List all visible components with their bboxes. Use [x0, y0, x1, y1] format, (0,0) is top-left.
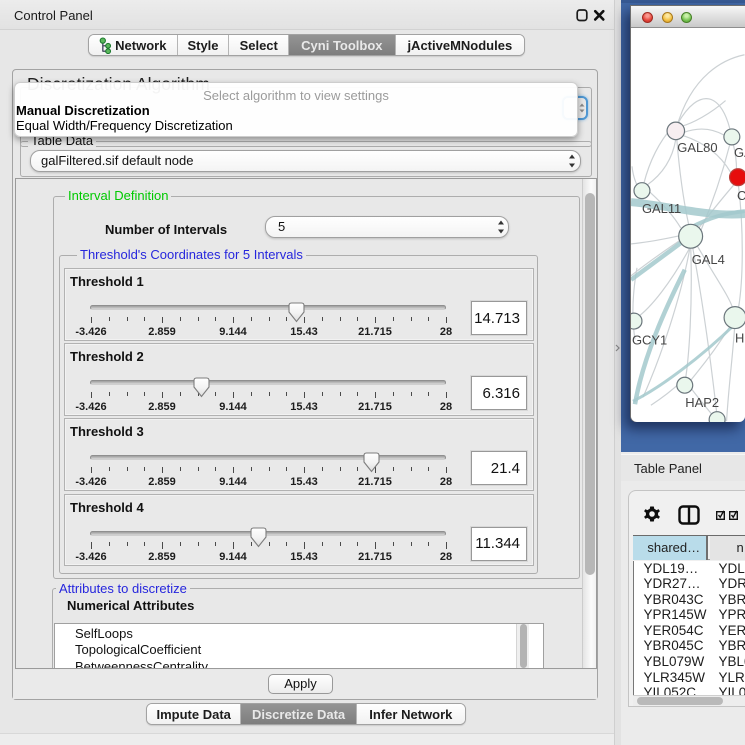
svg-text:GA: GA: [734, 145, 745, 160]
svg-text:C: C: [737, 188, 745, 203]
svg-text:HAP2: HAP2: [685, 395, 719, 410]
svg-text:GAL11: GAL11: [642, 201, 681, 216]
svg-text:GAL80: GAL80: [677, 140, 717, 155]
svg-text:GCY1: GCY1: [632, 332, 667, 347]
svg-text:H: H: [735, 330, 744, 345]
svg-text:GAL4: GAL4: [692, 252, 725, 267]
